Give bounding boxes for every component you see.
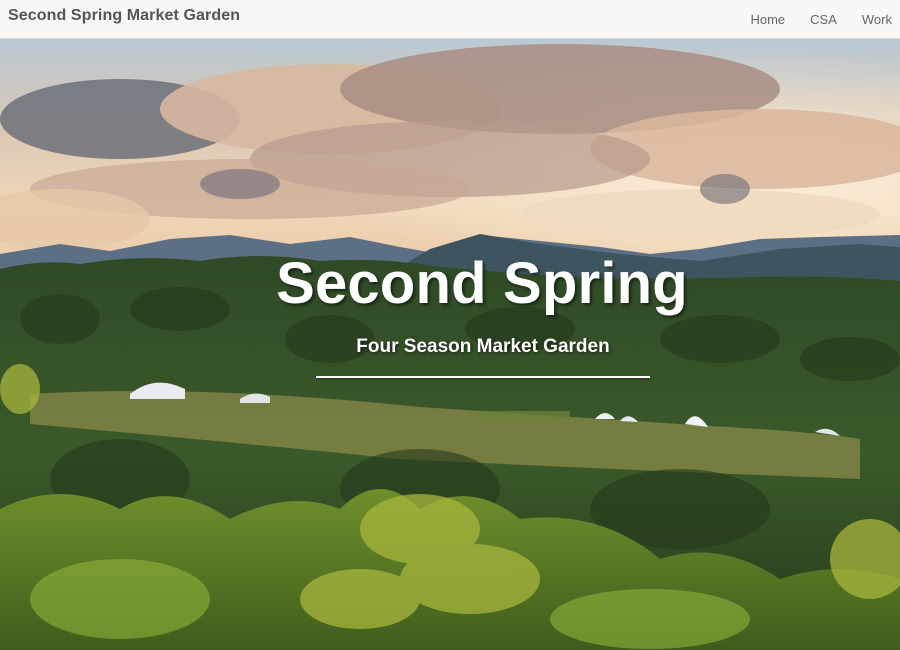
hero-banner: Second Spring Four Season Market Garden <box>0 39 900 650</box>
hero-title: Second Spring <box>276 251 688 316</box>
hero-subtitle: Four Season Market Garden <box>356 336 610 357</box>
nav-home-link[interactable]: Home <box>750 12 785 27</box>
nav-links: Home CSA Work <box>725 0 892 38</box>
nav-csa-link[interactable]: CSA <box>810 12 837 27</box>
hero-text: Second Spring Four Season Market Garden <box>0 39 900 650</box>
hero-divider <box>316 376 650 378</box>
brand-link[interactable]: Second Spring Market Garden <box>8 7 240 25</box>
top-navbar: Second Spring Market Garden Home CSA Wor… <box>0 0 900 39</box>
nav-work-link[interactable]: Work <box>862 12 892 27</box>
